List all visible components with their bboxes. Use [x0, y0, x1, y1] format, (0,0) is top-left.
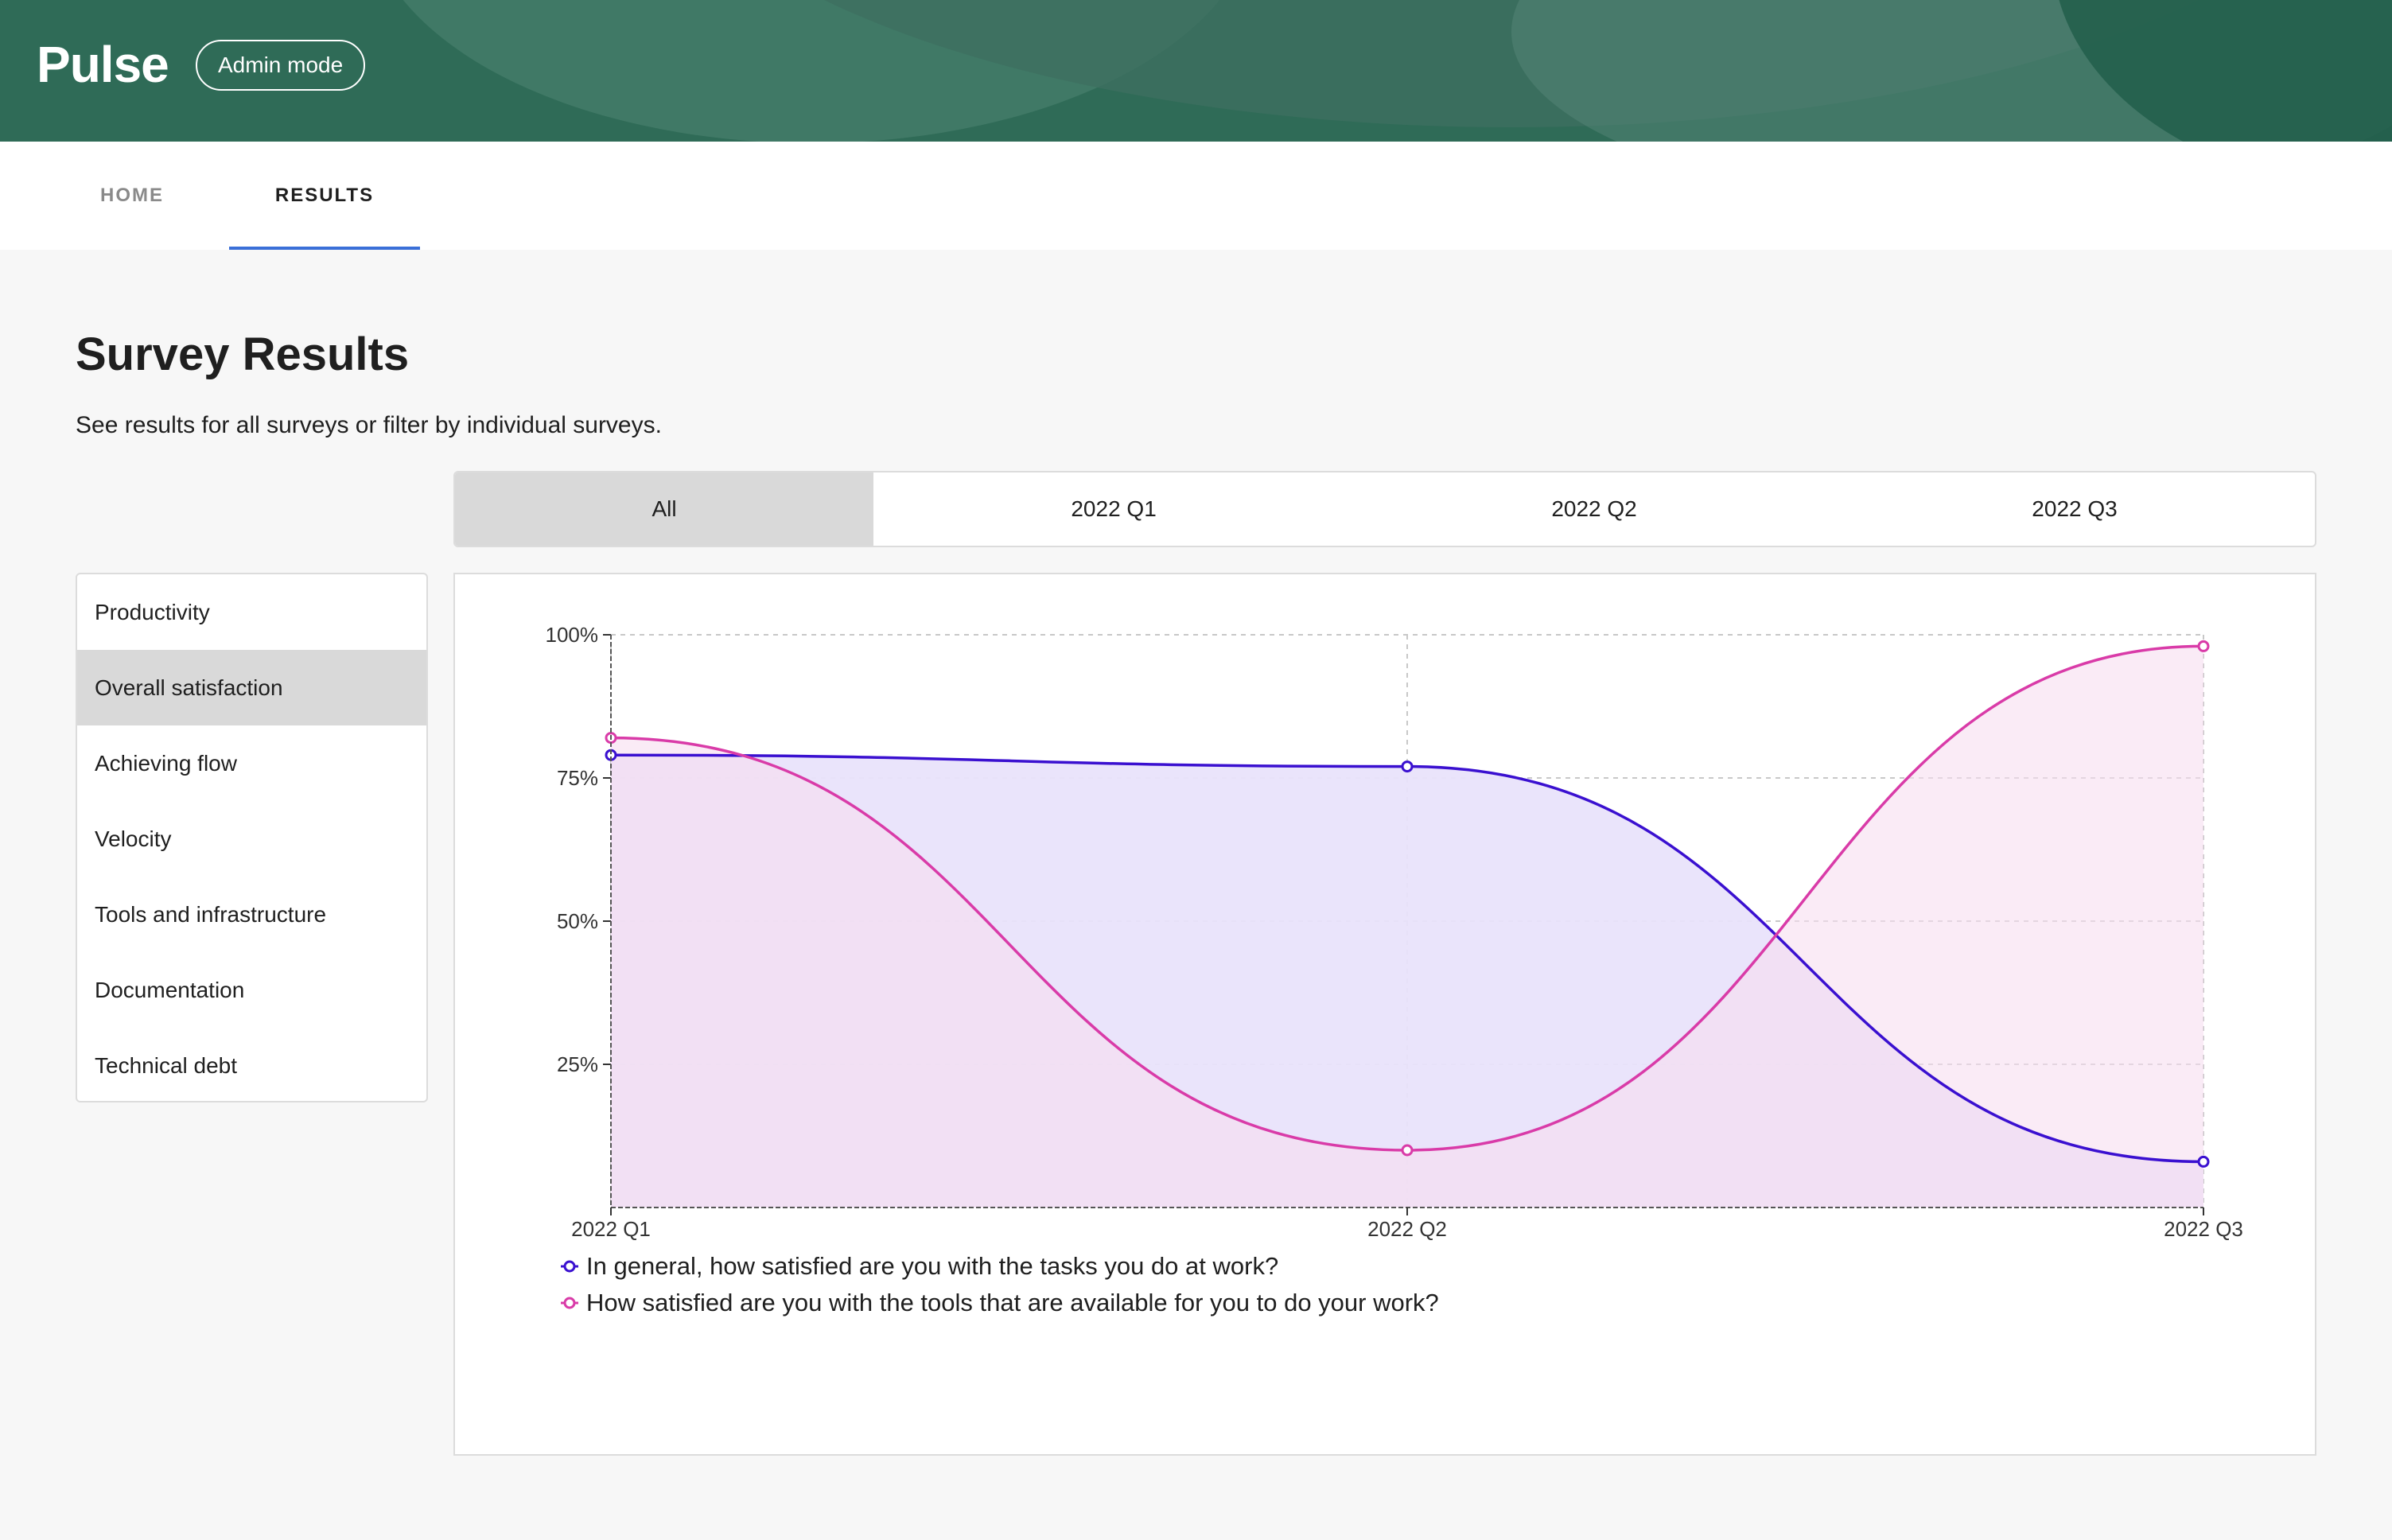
page-subtitle: See results for all surveys or filter by… [76, 412, 662, 438]
admin-mode-badge[interactable]: Admin mode [196, 40, 366, 91]
filter-all-button[interactable]: All [455, 472, 874, 546]
data-point[interactable] [2197, 1155, 2210, 1168]
nav-tabs: HOME RESULTS [0, 142, 2392, 250]
x-tick-label: 2022 Q1 [571, 1217, 651, 1241]
y-tick-label: 75% [557, 766, 598, 790]
app-header: Pulse Admin mode [0, 0, 2392, 142]
tab-home[interactable]: HOME [53, 142, 212, 250]
data-point[interactable] [1401, 1144, 1414, 1157]
sidebar-item-achieving-flow[interactable]: Achieving flow [77, 725, 426, 801]
legend-swatch-icon [563, 1260, 576, 1273]
sidebar-item-tools-and-infrastructure[interactable]: Tools and infrastructure [77, 877, 426, 952]
survey-filter-bar: All 2022 Q1 2022 Q2 2022 Q3 [453, 471, 2316, 547]
tab-results[interactable]: RESULTS [229, 142, 420, 250]
y-tick-label: 25% [557, 1052, 598, 1076]
sidebar-item-documentation[interactable]: Documentation [77, 952, 426, 1028]
sidebar-item-overall-satisfaction[interactable]: Overall satisfaction [77, 650, 426, 725]
filter-2022-q1-button[interactable]: 2022 Q1 [873, 472, 1354, 546]
data-point[interactable] [1401, 760, 1414, 773]
category-sidebar: Productivity Overall satisfaction Achiev… [76, 573, 428, 1102]
filter-2022-q3-button[interactable]: 2022 Q3 [1834, 472, 2315, 546]
brand-logo[interactable]: Pulse [37, 35, 169, 94]
results-chart: 25% 50% 75% 100% 2022 Q1 2022 Q2 2022 Q3 In gen… [546, 623, 2243, 1316]
sidebar-item-productivity[interactable]: Productivity [77, 574, 426, 650]
x-tick-label: 2022 Q3 [2164, 1217, 2243, 1241]
data-point[interactable] [2197, 640, 2210, 652]
chart-card: 25% 50% 75% 100% 2022 Q1 2022 Q2 2022 Q3 In gen… [453, 573, 2316, 1456]
x-tick-label: 2022 Q2 [1367, 1217, 1447, 1241]
y-tick-label: 100% [546, 623, 599, 647]
legend-label[interactable]: How satisfied are you with the tools tha… [586, 1289, 1439, 1316]
y-tick-label: 50% [557, 909, 598, 933]
page-title: Survey Results [76, 329, 410, 380]
legend-swatch-icon [563, 1297, 576, 1309]
sidebar-item-technical-debt[interactable]: Technical debt [77, 1028, 426, 1101]
sidebar-item-velocity[interactable]: Velocity [77, 801, 426, 877]
legend-label[interactable]: In general, how satisfied are you with t… [586, 1252, 1278, 1280]
filter-2022-q2-button[interactable]: 2022 Q2 [1354, 472, 1834, 546]
